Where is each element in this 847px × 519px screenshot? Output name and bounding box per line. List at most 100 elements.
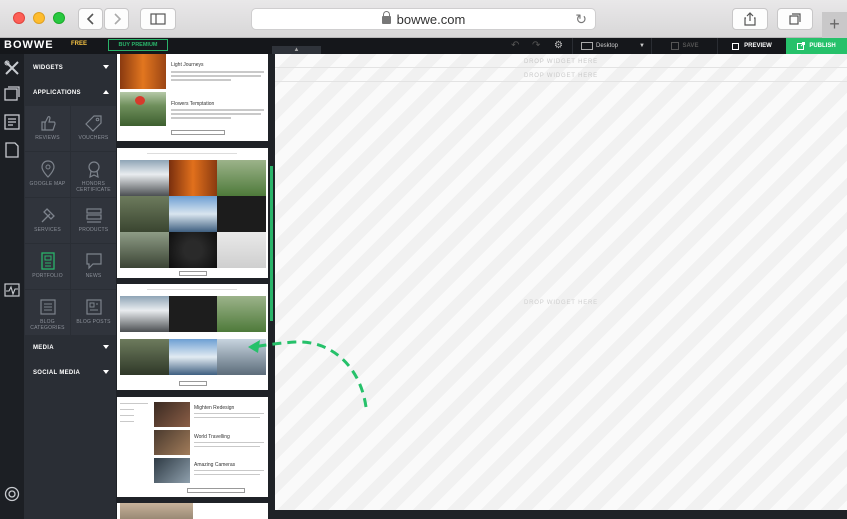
widget-tile-news[interactable]: NEWS	[71, 244, 116, 289]
publish-button[interactable]: PUBLISH	[786, 38, 847, 54]
tile-label: BLOG CATEGORIES	[30, 319, 65, 331]
drop-zone-main[interactable]: DROP WIDGET HERE	[275, 300, 847, 306]
gear-icon[interactable]: ⚙	[554, 40, 563, 51]
browser-toolbar: bowwe.com ↻ +	[0, 0, 847, 38]
drop-zone[interactable]: DROP WIDGET HERE	[275, 71, 847, 82]
voucher-tag-icon	[84, 115, 102, 132]
text-placeholder	[171, 71, 264, 73]
widget-tile-services[interactable]: SERVICES	[25, 198, 70, 243]
template-card[interactable]	[117, 148, 268, 278]
template-card[interactable]: Light Journeys Flowers Temptation	[117, 54, 268, 141]
url-text: bowwe.com	[396, 11, 466, 27]
forward-button[interactable]	[104, 8, 129, 30]
section-widgets[interactable]: WIDGETS	[24, 58, 116, 78]
widget-tile-google-map[interactable]: GOOGLE MAP	[25, 152, 70, 197]
share-icon	[744, 12, 756, 26]
widget-tile-vouchers[interactable]: VOUCHERS	[71, 106, 116, 151]
page-canvas[interactable]: DROP WIDGET HERE DROP WIDGET HERE DROP W…	[275, 54, 847, 510]
chevron-left-icon	[86, 13, 94, 25]
redo-icon[interactable]: ↷	[532, 40, 540, 51]
template-item-title: Light Journeys	[171, 62, 204, 68]
chevron-up-icon	[103, 90, 109, 94]
tabs-overview-button[interactable]	[777, 8, 813, 30]
widget-tile-products[interactable]: PRODUCTS	[71, 198, 116, 243]
section-label: WIDGETS	[33, 65, 64, 71]
minimize-window-button[interactable]	[33, 12, 45, 24]
buy-premium-button[interactable]: BUY PREMIUM	[108, 39, 168, 51]
widget-tile-honors-certificate[interactable]: HONORS CERTIFICATE	[71, 152, 116, 197]
help-lifebuoy-icon[interactable]	[4, 486, 20, 502]
pagination	[171, 130, 225, 135]
chevron-right-icon	[113, 13, 121, 25]
template-thumbnail	[217, 196, 266, 232]
tile-label: GOOGLE MAP	[29, 181, 66, 187]
template-thumbnail	[154, 458, 190, 483]
chevron-down-icon	[103, 370, 109, 374]
bowwe-logo[interactable]: BOWWE	[4, 39, 54, 51]
document-icon[interactable]	[4, 142, 20, 158]
template-thumbnail	[217, 160, 266, 196]
reviews-icon	[40, 115, 56, 131]
tile-label: NEWS	[85, 273, 102, 279]
text-placeholder	[120, 409, 134, 410]
collapse-toolbar-tab[interactable]: ▲	[272, 46, 321, 54]
save-button[interactable]: SAVE	[652, 38, 718, 54]
text-placeholder	[194, 417, 260, 418]
pages-icon[interactable]	[4, 86, 20, 102]
section-social-media[interactable]: SOCIAL MEDIA	[24, 363, 116, 383]
tile-label: HONORS CERTIFICATE	[76, 181, 111, 193]
text-placeholder	[194, 470, 264, 471]
widget-tile-portfolio[interactable]: PORTFOLIO	[25, 244, 70, 289]
chevron-down-icon: ▼	[639, 43, 645, 49]
widget-tile-blog-categories[interactable]: BLOG CATEGORIES	[25, 290, 70, 335]
portfolio-templates-list: Light Journeys Flowers Temptation Mighte…	[116, 54, 270, 519]
section-label: APPLICATIONS	[33, 90, 81, 96]
tabs-icon	[789, 13, 801, 25]
sidebar-icon	[150, 13, 166, 25]
device-select[interactable]: Desktop ▼	[572, 38, 652, 54]
drag-arrow-icon	[248, 340, 368, 408]
analytics-icon[interactable]	[4, 282, 20, 298]
section-label: MEDIA	[33, 345, 54, 351]
template-thumbnail	[154, 430, 190, 455]
preview-button[interactable]: PREVIEW	[718, 38, 786, 54]
products-icon	[85, 208, 102, 223]
pagination	[179, 271, 207, 276]
preview-label: PREVIEW	[744, 43, 772, 49]
widget-tile-blog-posts[interactable]: BLOG POSTS	[71, 290, 116, 335]
zoom-window-button[interactable]	[53, 12, 65, 24]
edit-content-icon[interactable]	[4, 114, 20, 130]
text-placeholder	[120, 403, 148, 404]
close-window-button[interactable]	[13, 12, 25, 24]
tile-label: PORTFOLIO	[32, 273, 63, 279]
undo-icon[interactable]: ↶	[511, 40, 519, 51]
chevron-down-icon	[103, 65, 109, 69]
chevron-down-icon	[103, 345, 109, 349]
template-thumbnail	[169, 339, 217, 375]
template-thumbnail	[169, 232, 217, 268]
reload-icon[interactable]: ↻	[575, 11, 587, 28]
sidebar-toggle-button[interactable]	[140, 8, 176, 30]
share-button[interactable]	[732, 8, 768, 30]
template-thumbnail	[120, 232, 169, 268]
plan-badge: FREE	[71, 41, 88, 47]
widget-tile-reviews[interactable]: REVIEWS	[25, 106, 70, 151]
template-thumbnail	[120, 503, 193, 519]
section-applications[interactable]: APPLICATIONS	[24, 83, 116, 103]
blog-categories-icon	[39, 299, 56, 315]
save-icon	[670, 42, 679, 50]
address-bar[interactable]: bowwe.com ↻	[251, 8, 596, 30]
section-label: SOCIAL MEDIA	[33, 370, 81, 376]
back-button[interactable]	[78, 8, 103, 30]
nav-placeholder	[147, 289, 237, 290]
widgets-panel: WIDGETS APPLICATIONS REVIEWS VOUCHERS GO…	[24, 54, 116, 519]
section-media[interactable]: MEDIA	[24, 338, 116, 358]
flower-shape	[135, 96, 145, 105]
tools-icon[interactable]	[4, 60, 20, 76]
preview-icon	[732, 42, 740, 50]
news-icon	[85, 253, 102, 270]
template-card[interactable]	[117, 503, 268, 519]
drop-zone[interactable]: DROP WIDGET HERE	[275, 57, 847, 68]
template-thumbnail	[120, 160, 169, 196]
new-tab-button[interactable]: +	[822, 12, 847, 38]
